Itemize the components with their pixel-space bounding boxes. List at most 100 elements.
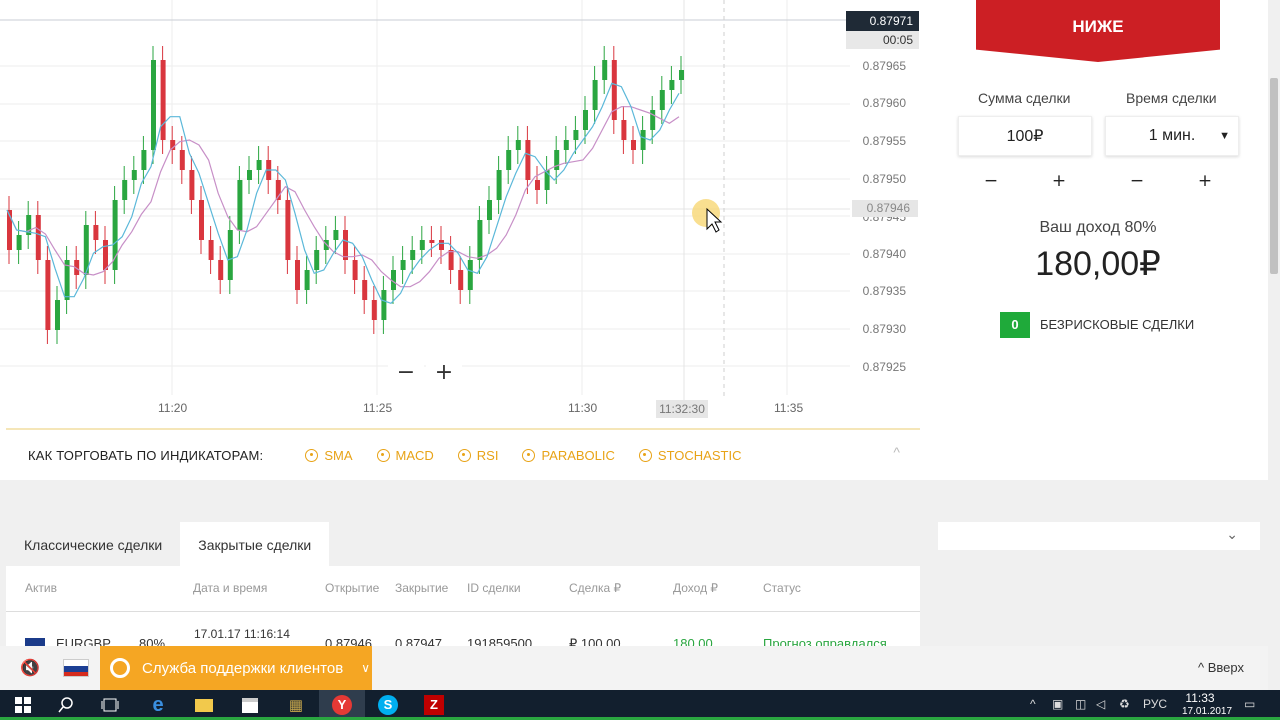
indicators-title: КАК ТОРГОВАТЬ ПО ИНДИКАТОРАМ: (28, 447, 264, 463)
indicator-label: SMA (324, 447, 353, 463)
candle-body (515, 140, 521, 150)
amount-minus-button[interactable]: − (958, 166, 1024, 196)
candle-body (362, 280, 368, 300)
candle-body (314, 250, 320, 270)
candle-body (256, 160, 262, 170)
candle-body (439, 240, 444, 250)
candle-body (16, 235, 22, 250)
tab-classic-deals[interactable]: Классические сделки (6, 522, 180, 566)
indicator-label: PARABOLIC (541, 447, 615, 463)
scroll-up-label: Вверх (1207, 660, 1244, 675)
indicator-stochastic[interactable]: STOCHASTIC (638, 447, 742, 463)
candle-body (640, 130, 646, 150)
candle-body (35, 215, 41, 260)
price-tick: 0.87940 (862, 247, 906, 261)
network-icon[interactable]: ▣ (1052, 697, 1063, 711)
sync-icon[interactable]: ♻ (1119, 697, 1130, 711)
expiry-timer: 00:05 (846, 31, 919, 49)
cell-open: 0.87946 (325, 636, 372, 646)
right-dropdown[interactable]: ⌄ (938, 522, 1260, 550)
column-header: Открытие (325, 581, 380, 595)
indicator-rsi[interactable]: RSI (457, 447, 499, 463)
russian-flag-icon[interactable] (63, 659, 89, 677)
price-chart[interactable]: 0.87965 0.87960 0.87955 0.87950 0.87945 … (0, 0, 920, 425)
time-plus-button[interactable]: + (1172, 166, 1238, 196)
candle-body (563, 140, 569, 150)
bottom-bar: 🔇 Служба поддержки клиентов ∨ ^ Вверх (0, 646, 1268, 690)
filezilla-icon[interactable]: Z (411, 690, 457, 720)
current-price-tag: 0.87971 (846, 11, 919, 31)
indicator-icon (376, 448, 390, 462)
indicator-sma[interactable]: SMA (305, 447, 353, 463)
task-view-icon[interactable] (87, 690, 133, 720)
indicator-label: RSI (476, 447, 499, 463)
file-explorer-icon[interactable] (181, 690, 227, 720)
candle-body (295, 260, 300, 290)
amount-field[interactable]: 100₽ (958, 116, 1092, 156)
windows-start-icon[interactable] (0, 690, 46, 720)
app-icon[interactable]: ▦ (273, 690, 319, 720)
device-icon[interactable]: ◫ (1075, 697, 1086, 711)
candle-body (131, 170, 137, 180)
candle-body (103, 240, 108, 270)
language-indicator[interactable]: РУС (1143, 697, 1167, 711)
candle-body (371, 300, 377, 320)
mute-icon[interactable]: 🔇 (20, 658, 40, 678)
tray-chevron-icon[interactable]: ^ (1030, 697, 1036, 711)
tab-closed-deals[interactable]: Закрытые сделки (180, 522, 330, 566)
column-header: Актив (25, 581, 57, 595)
candle-body (333, 230, 339, 240)
yandex-browser-icon[interactable]: Y (319, 690, 365, 720)
riskfree-label[interactable]: БЕЗРИСКОВЫЕ СДЕЛКИ (1040, 317, 1194, 332)
cell-asset: EURGBP (56, 636, 111, 646)
page-scrollbar[interactable] (1268, 0, 1280, 690)
candle-body (151, 60, 156, 150)
zoom-in-button[interactable]: + (426, 357, 462, 387)
candle-body (179, 150, 185, 170)
scroll-up-button[interactable]: ^ Вверх (1198, 660, 1244, 675)
candle-body (583, 110, 588, 130)
zoom-out-button[interactable]: − (388, 357, 424, 387)
support-button[interactable]: Служба поддержки клиентов ∨ (100, 646, 372, 690)
notifications-icon[interactable]: ▭ (1244, 697, 1255, 711)
candle-body (122, 180, 128, 200)
flag-icon (25, 638, 45, 646)
clock[interactable]: 11:33 17.01.2017 (1182, 691, 1232, 719)
indicator-macd[interactable]: MACD (376, 448, 434, 463)
candle-body (208, 240, 214, 260)
indicators-bar: КАК ТОРГОВАТЬ ПО ИНДИКАТОРАМ: SMA MACD R… (6, 428, 920, 480)
scrollbar-thumb[interactable] (1270, 78, 1278, 274)
time-select[interactable]: 1 мин. ▼ (1105, 116, 1239, 156)
skype-icon[interactable]: S (365, 690, 411, 720)
candle-body (410, 250, 416, 260)
edge-browser-icon[interactable]: e (135, 690, 181, 720)
candle-body (247, 170, 252, 180)
candle-body (45, 260, 51, 330)
column-header: Доход ₽ (673, 581, 719, 595)
store-icon[interactable] (227, 690, 273, 720)
indicator-label: STOCHASTIC (657, 447, 742, 463)
candle-body (352, 260, 358, 280)
collapse-caret-icon[interactable]: ^ (893, 444, 900, 460)
sma-fast-line (6, 82, 680, 304)
column-header: Закрытие (395, 581, 449, 595)
candle-body (419, 240, 425, 250)
candle-body (525, 140, 531, 180)
time-minus-button[interactable]: − (1104, 166, 1170, 196)
candle-body (506, 150, 512, 170)
search-icon[interactable] (43, 690, 89, 720)
hover-time-tag: 11:32:30 (656, 400, 708, 418)
time-select-value: 1 мин. (1148, 127, 1196, 144)
volume-icon[interactable]: ◁ (1096, 697, 1105, 711)
candle-body (669, 80, 675, 90)
price-tick: 0.87925 (862, 360, 906, 374)
cell-datetime: 17.01.17 11:16:14 (194, 627, 290, 641)
chevron-down-icon: ∨ (361, 661, 370, 675)
candle-body (55, 300, 60, 330)
riskfree-count-badge: 0 (1000, 312, 1030, 338)
amount-plus-button[interactable]: + (1026, 166, 1092, 196)
deals-tabs: Классические сделки Закрытые сделки (6, 522, 920, 566)
indicator-parabolic[interactable]: PARABOLIC (522, 447, 615, 463)
lower-button[interactable]: НИЖЕ (976, 0, 1220, 62)
price-tick: 0.87930 (862, 322, 906, 336)
